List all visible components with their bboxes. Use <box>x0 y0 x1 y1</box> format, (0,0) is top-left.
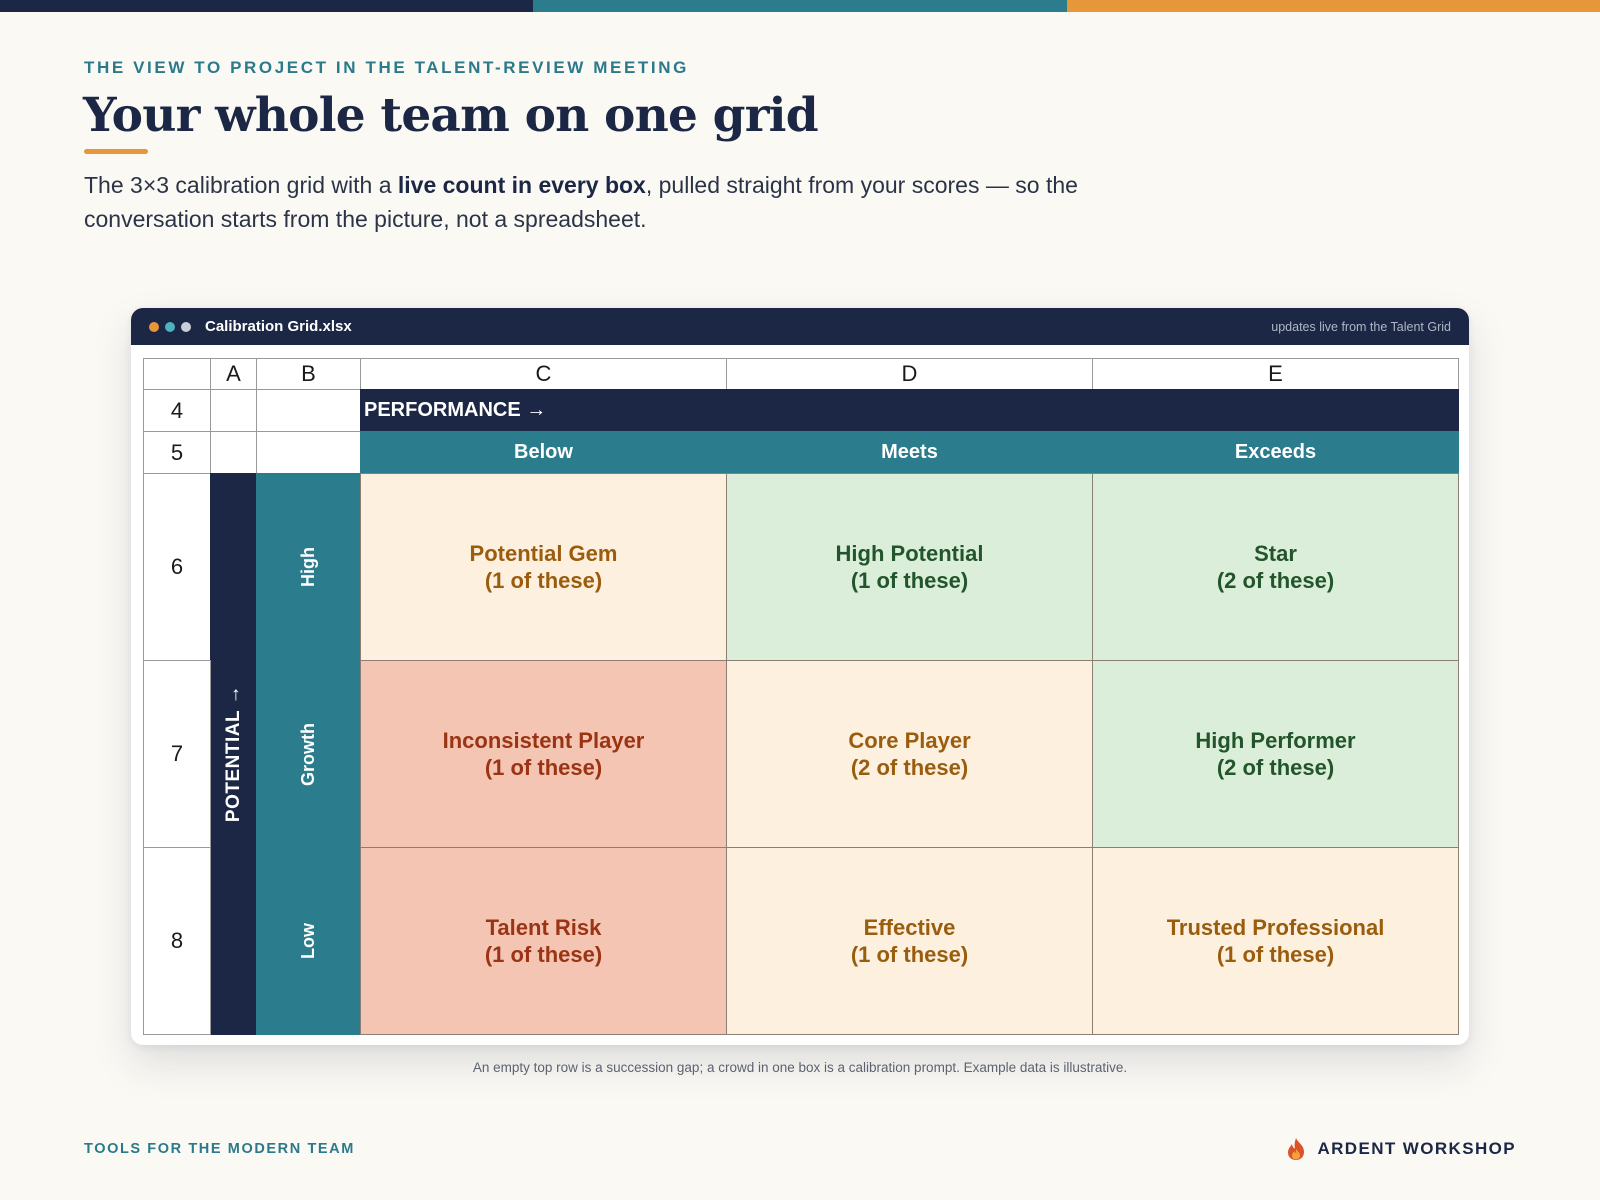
footer-brand[interactable]: ARDENT WORKSHOP <box>1285 1137 1516 1161</box>
column-header-e[interactable]: E <box>1092 358 1459 390</box>
row-number-4[interactable]: 4 <box>143 389 211 432</box>
flame-icon <box>1288 1138 1305 1160</box>
row-number-8[interactable]: 8 <box>143 847 211 1035</box>
page-subtitle: The 3×3 calibration grid with a live cou… <box>84 168 1084 236</box>
potential-axis-header[interactable]: POTENTIAL → <box>210 473 257 1035</box>
box-count: (2 of these) <box>1216 755 1335 780</box>
box-count: (1 of these) <box>484 568 603 593</box>
box-title: Core Player <box>848 728 971 753</box>
cell-a5[interactable] <box>210 431 257 474</box>
spreadsheet-window: Calibration Grid.xlsx updates live from … <box>131 308 1469 1045</box>
grid-box-star[interactable]: Star (2 of these) <box>1092 473 1459 661</box>
column-header-b[interactable]: B <box>256 358 361 390</box>
box-title: Effective <box>863 915 956 940</box>
box-title: High Potential <box>835 541 984 566</box>
accent-orange <box>1066 0 1600 12</box>
box-title: Talent Risk <box>485 915 602 940</box>
row-number-6[interactable]: 6 <box>143 473 211 661</box>
window-filename: Calibration Grid.xlsx <box>205 318 352 335</box>
box-count: (1 of these) <box>850 942 969 967</box>
cell-b4[interactable] <box>256 389 361 432</box>
grid-box-talent-risk[interactable]: Talent Risk (1 of these) <box>360 847 727 1035</box>
box-count: (2 of these) <box>1216 568 1335 593</box>
potential-level-growth[interactable]: Growth <box>256 660 361 848</box>
subtitle-pre: The 3×3 calibration grid with a <box>84 172 398 198</box>
grid-caption: An empty top row is a succession gap; a … <box>472 1060 1128 1075</box>
row-number-5[interactable]: 5 <box>143 431 211 474</box>
top-accent-bar <box>0 0 1600 12</box>
box-count: (1 of these) <box>484 942 603 967</box>
eyebrow-label: THE VIEW TO PROJECT IN THE TALENT-REVIEW… <box>84 58 689 77</box>
box-title: Inconsistent Player <box>442 728 645 753</box>
cell-b5[interactable] <box>256 431 361 474</box>
grid-box-high-potential[interactable]: High Potential (1 of these) <box>726 473 1093 661</box>
box-title: Star <box>1254 541 1297 566</box>
box-title: High Performer <box>1195 728 1356 753</box>
box-title: Trusted Professional <box>1166 915 1385 940</box>
subtitle-bold: live count in every box <box>397 172 646 198</box>
window-dot-grey[interactable] <box>181 321 191 332</box>
performance-axis-header[interactable]: PERFORMANCE → <box>360 389 1459 432</box>
window-dot-orange[interactable] <box>149 321 159 332</box>
column-header-c[interactable]: C <box>360 358 727 390</box>
grid-box-trusted-professional[interactable]: Trusted Professional (1 of these) <box>1092 847 1459 1035</box>
corner-cell[interactable] <box>143 358 211 390</box>
box-title: Potential Gem <box>469 541 618 566</box>
row-number-7[interactable]: 7 <box>143 660 211 848</box>
window-dot-teal[interactable] <box>165 321 175 332</box>
page-title: Your whole team on one grid <box>83 88 819 143</box>
performance-level-exceeds[interactable]: Exceeds <box>1092 431 1459 474</box>
footer-tagline: TOOLS FOR THE MODERN TEAM <box>84 1141 355 1157</box>
column-header-a[interactable]: A <box>210 358 257 390</box>
grid-box-effective[interactable]: Effective (1 of these) <box>726 847 1093 1035</box>
box-count: (1 of these) <box>850 568 969 593</box>
calibration-grid: A B C D E 4 PERFORMANCE → 5 Below Meets … <box>143 358 1459 1035</box>
grid-box-potential-gem[interactable]: Potential Gem (1 of these) <box>360 473 727 661</box>
accent-navy <box>0 0 534 12</box>
window-titlebar: Calibration Grid.xlsx updates live from … <box>131 308 1469 345</box>
potential-axis-label: POTENTIAL → <box>222 685 244 823</box>
box-count: (1 of these) <box>1216 942 1335 967</box>
potential-level-high-label: High <box>298 547 318 587</box>
grid-box-inconsistent-player[interactable]: Inconsistent Player (1 of these) <box>360 660 727 848</box>
accent-teal <box>533 0 1067 12</box>
box-count: (1 of these) <box>484 755 603 780</box>
live-update-note: updates live from the Talent Grid <box>1271 320 1451 334</box>
performance-level-below[interactable]: Below <box>360 431 727 474</box>
potential-level-growth-label: Growth <box>298 722 318 786</box>
grid-box-high-performer[interactable]: High Performer (2 of these) <box>1092 660 1459 848</box>
brand-name: ARDENT WORKSHOP <box>1317 1139 1516 1158</box>
grid-box-core-player[interactable]: Core Player (2 of these) <box>726 660 1093 848</box>
performance-level-meets[interactable]: Meets <box>726 431 1093 474</box>
column-header-d[interactable]: D <box>726 358 1093 390</box>
title-underline <box>84 149 148 154</box>
potential-level-high[interactable]: High <box>256 473 361 661</box>
potential-level-low[interactable]: Low <box>256 847 361 1035</box>
potential-level-low-label: Low <box>298 923 318 959</box>
box-count: (2 of these) <box>850 755 969 780</box>
cell-a4[interactable] <box>210 389 257 432</box>
